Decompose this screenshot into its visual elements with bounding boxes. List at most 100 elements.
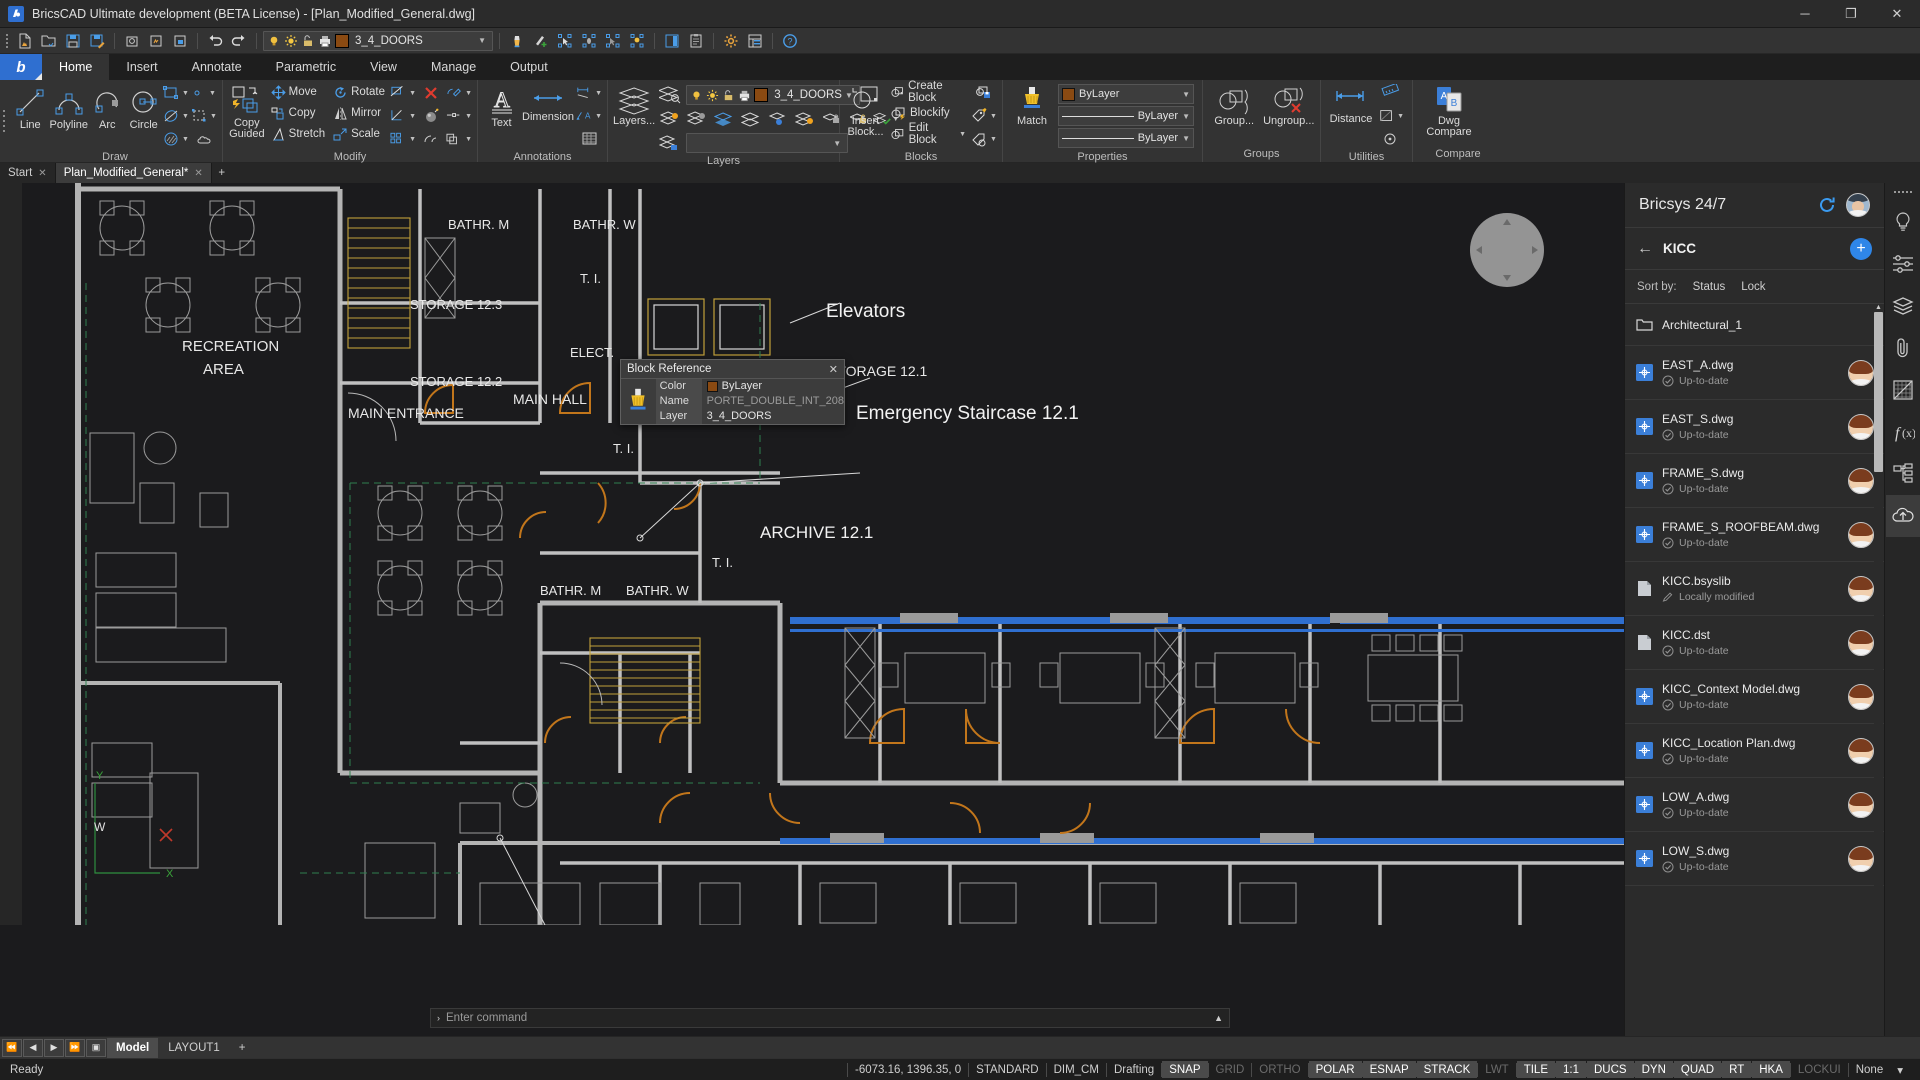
dimlinear-icon[interactable]: ▼	[576, 82, 602, 104]
layer-unlock-icon[interactable]	[301, 34, 315, 48]
extend-icon[interactable]: ▼	[390, 105, 416, 127]
layer-filter-selector[interactable]: ▼	[686, 133, 849, 153]
blockify-button[interactable]: Blockify	[888, 103, 969, 123]
ungroup-button[interactable]: Ungroup...	[1263, 82, 1316, 127]
scale-button[interactable]: Scale	[330, 124, 388, 144]
status-dimstyle[interactable]: DIM_CM	[1047, 1061, 1106, 1078]
hatch-icon[interactable]: ▼	[163, 128, 189, 150]
chevron-down-icon[interactable]: ▼	[1182, 112, 1190, 121]
deselect-icon[interactable]	[602, 30, 624, 52]
panels-icon[interactable]	[661, 30, 683, 52]
sort-option-lock[interactable]: Lock	[1741, 281, 1765, 293]
ribbon-layer-color-swatch[interactable]	[754, 88, 769, 102]
layer-iso-icon[interactable]	[765, 108, 791, 130]
avatar[interactable]	[1848, 359, 1874, 386]
list-item[interactable]: EAST_S.dwg Up-to-date	[1625, 400, 1884, 454]
status-strack[interactable]: STRACK	[1416, 1061, 1478, 1078]
file-list[interactable]: Architectural_1 EAST_A.dwg Up-to-date EA…	[1625, 304, 1884, 1036]
line-button[interactable]: Line	[13, 82, 47, 131]
break-icon[interactable]: ▼	[446, 105, 472, 127]
match-properties-button[interactable]: Match	[1008, 82, 1056, 127]
avatar[interactable]	[1848, 521, 1874, 548]
status-dropdown-caret[interactable]: ▾	[1890, 1061, 1910, 1078]
avatar[interactable]	[1848, 845, 1874, 872]
group-button[interactable]: Group...	[1208, 82, 1261, 127]
properties-icon[interactable]	[744, 30, 766, 52]
delete-icon[interactable]	[418, 82, 444, 104]
distance-button[interactable]: Distance	[1326, 82, 1376, 125]
parameters-icon[interactable]: f (x)	[1886, 411, 1920, 453]
drawing-canvas[interactable]: Y X W BATHR. M BATHR. W STORAGE 12.3 STO…	[0, 183, 1624, 1036]
chevron-down-icon[interactable]: ▼	[478, 36, 489, 45]
layer-plot-icon[interactable]	[318, 34, 332, 48]
attachments-icon[interactable]	[1886, 327, 1920, 369]
ribbon-tab-output[interactable]: Output	[493, 54, 565, 80]
layer-quick-selector[interactable]: 3_4_DOORS ▼	[263, 30, 493, 51]
polyline-button[interactable]: Polyline	[49, 82, 88, 131]
ribbon-app-menu-button[interactable]: b	[0, 54, 42, 80]
avatar[interactable]	[1848, 629, 1874, 656]
leader-icon[interactable]: A ▼	[576, 105, 602, 127]
create-block-button[interactable]: Create Block	[888, 80, 969, 104]
layer-unisolate-icon[interactable]	[792, 108, 818, 130]
arc-button[interactable]: Arc	[90, 82, 124, 131]
ribbon-tab-insert[interactable]: Insert	[109, 54, 174, 80]
layer-current-icon[interactable]	[711, 108, 737, 130]
next-layout-button[interactable]: ▶	[44, 1038, 64, 1057]
area-icon[interactable]: ▼	[1378, 105, 1404, 127]
status-none[interactable]: None	[1849, 1061, 1891, 1078]
layer-plot-icon[interactable]	[738, 89, 751, 102]
layer-on-icon[interactable]	[267, 34, 281, 48]
help-icon[interactable]: ?	[779, 30, 801, 52]
layout-list-button[interactable]: ▣	[86, 1038, 106, 1057]
ribbon-tab-home[interactable]: Home	[42, 54, 110, 80]
layer-previous-icon[interactable]	[657, 132, 683, 154]
insert-block-button[interactable]: Insert Block...	[845, 82, 886, 138]
ribbon-tab-manage[interactable]: Manage	[414, 54, 493, 80]
circle-button[interactable]: Circle	[127, 82, 161, 131]
status-rt[interactable]: RT	[1722, 1061, 1752, 1078]
avatar[interactable]	[1848, 575, 1874, 602]
status-quad[interactable]: QUAD	[1673, 1061, 1722, 1078]
status-workspace[interactable]: Drafting	[1107, 1061, 1161, 1078]
property-lineweight-selector[interactable]: ByLayer ▼	[1058, 128, 1194, 148]
stretch-button[interactable]: Stretch	[268, 124, 328, 144]
structure-icon[interactable]	[1886, 453, 1920, 495]
status-standard[interactable]: STANDARD	[969, 1061, 1045, 1078]
list-item[interactable]: EAST_A.dwg Up-to-date	[1625, 346, 1884, 400]
layer-merge-icon[interactable]	[738, 108, 764, 130]
refresh-icon[interactable]	[1816, 194, 1838, 216]
list-item[interactable]: FRAME_S_ROOFBEAM.dwg Up-to-date	[1625, 508, 1884, 562]
chevron-down-icon[interactable]: ▼	[1182, 90, 1190, 99]
export-icon[interactable]	[121, 30, 143, 52]
layer-color-swatch[interactable]	[335, 33, 349, 48]
status-scale[interactable]: 1:1	[1556, 1061, 1586, 1078]
add-icon[interactable]: +	[1850, 237, 1872, 260]
status-ducs[interactable]: DUCS	[1587, 1061, 1634, 1078]
layer-explorer-icon[interactable]	[657, 84, 683, 106]
property-color-selector[interactable]: ByLayer ▼	[1058, 84, 1194, 104]
layer-thaw-icon[interactable]	[284, 34, 298, 48]
mirror-button[interactable]: Mirror	[330, 103, 388, 123]
status-lockui[interactable]: LOCKUI	[1791, 1061, 1848, 1078]
dimension-button[interactable]: Dimension	[522, 82, 574, 123]
layout-tab-layout1[interactable]: LAYOUT1	[159, 1038, 229, 1058]
ribbon-layer-selector[interactable]: 3_4_DOORS ▼	[686, 85, 860, 105]
last-layout-button[interactable]: ⏩	[65, 1038, 85, 1057]
list-item[interactable]: LOW_A.dwg Up-to-date	[1625, 778, 1884, 832]
avatar[interactable]	[1848, 791, 1874, 818]
list-item[interactable]: LOW_S.dwg Up-to-date	[1625, 832, 1884, 886]
text-button[interactable]: A Text	[483, 82, 520, 129]
point-icon[interactable]: ▼	[191, 82, 217, 104]
list-item[interactable]: FRAME_S.dwg Up-to-date	[1625, 454, 1884, 508]
tips-icon[interactable]	[1886, 201, 1920, 243]
save-block-icon[interactable]	[971, 82, 997, 104]
import-icon[interactable]	[145, 30, 167, 52]
close-icon[interactable]: ✕	[38, 168, 46, 179]
dwg-compare-button[interactable]: AB Dwg Compare	[1418, 82, 1480, 138]
status-ortho[interactable]: ORTHO	[1252, 1061, 1307, 1078]
explode-icon[interactable]	[418, 105, 444, 127]
doc-tab-start[interactable]: Start ✕	[0, 163, 56, 183]
clean-screen-icon[interactable]	[506, 30, 528, 52]
layer-on-icon[interactable]	[690, 89, 703, 102]
